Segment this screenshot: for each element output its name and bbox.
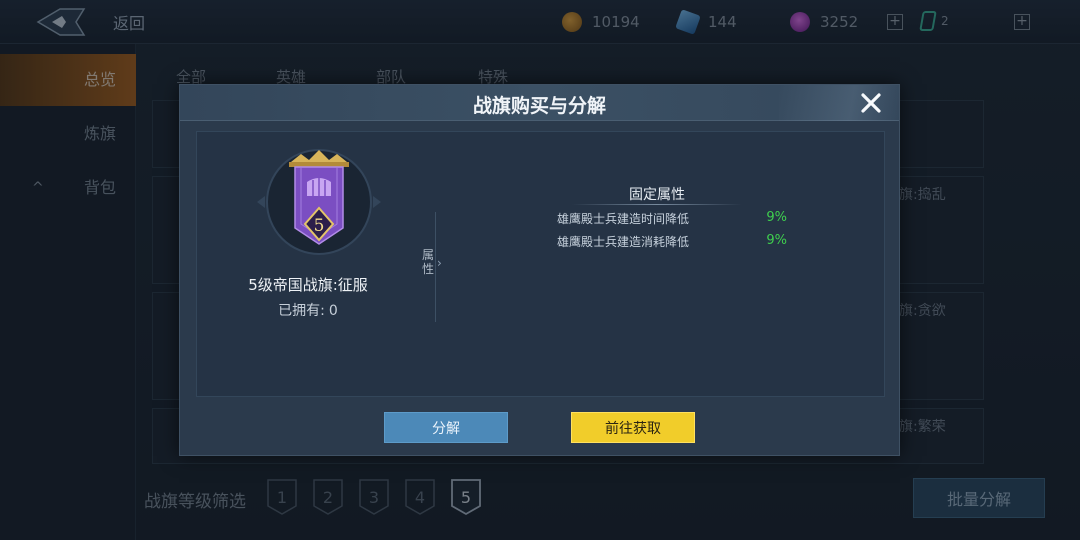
attribute-row: 雄鹰殿士兵建造消耗降低 9%: [557, 233, 787, 250]
fixed-attributes-title: 固定属性: [629, 187, 685, 203]
owned-count: 已拥有: 0: [197, 300, 419, 320]
attribute-name: 雄鹰殿士兵建造消耗降低: [557, 235, 690, 249]
decompose-button[interactable]: 分解: [384, 412, 508, 443]
item-detail-panel: 5 5级帝国战旗:征服 已拥有: 0 属性 › 固定属性 雄鹰殿士兵建造时间降低 …: [196, 131, 885, 397]
item-name: 5级帝国战旗:征服: [248, 276, 368, 294]
attribute-value: 9%: [766, 210, 787, 225]
attribute-row: 雄鹰殿士兵建造时间降低 9%: [557, 210, 787, 227]
svg-text:5: 5: [314, 216, 325, 236]
close-button[interactable]: [857, 89, 885, 117]
attribute-value: 9%: [766, 233, 787, 248]
attribute-name: 雄鹰殿士兵建造时间降低: [557, 212, 690, 226]
tab-attributes[interactable]: 属性: [419, 248, 437, 276]
close-icon: [861, 93, 881, 113]
owned-label: 已拥有:: [278, 303, 325, 319]
purchase-decompose-dialog: 战旗购买与分解 5 5级帝国战旗:征服 已拥有: 0 属性 › 固定属性 雄鹰殿…: [179, 84, 900, 456]
go-acquire-button[interactable]: 前往获取: [571, 412, 695, 443]
war-flag-emblem-icon: 5: [257, 144, 381, 262]
dialog-title: 战旗购买与分解: [472, 95, 606, 117]
title-underline: [572, 204, 742, 205]
owned-value: 0: [328, 303, 338, 319]
chevron-right-icon: ›: [437, 256, 442, 270]
dialog-header: 战旗购买与分解: [180, 85, 899, 121]
